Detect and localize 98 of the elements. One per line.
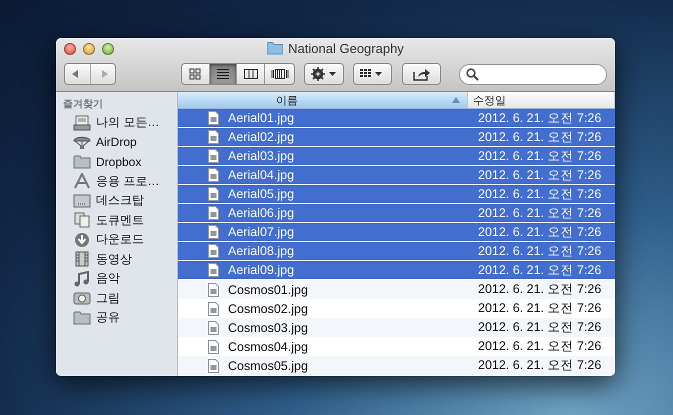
cover-flow-icon (270, 68, 289, 80)
sidebar-item[interactable]: 다운로드 (56, 230, 177, 250)
sidebar-item[interactable]: 데스크탑 (56, 191, 177, 210)
image-file-icon (208, 111, 219, 125)
modified-date: 2012. 6. 21. 오전 7:26 (477, 110, 602, 126)
sidebar-item[interactable]: 공유 (56, 308, 177, 328)
image-file-icon (208, 206, 219, 220)
file-row[interactable]: Cosmos03.jpg 2012. 6. 21. 오전 7:26 (178, 318, 615, 337)
image-file-icon (208, 320, 219, 334)
image-file-icon (208, 340, 219, 354)
image-file-icon (208, 187, 219, 201)
music-note-icon (73, 270, 91, 287)
modified-date: 2012. 6. 21. 오전 7:26 (477, 281, 602, 298)
close-button[interactable] (64, 43, 76, 55)
file-row[interactable]: Cosmos05.jpg 2012. 6. 21. 오전 7:26 (178, 356, 615, 375)
download-icon (73, 232, 91, 248)
documents-icon (73, 212, 91, 228)
sidebar-item[interactable]: 도큐멘트 (56, 210, 177, 230)
sidebar-item[interactable]: 응용 프로… (56, 172, 177, 191)
view-mode-button[interactable] (210, 64, 238, 84)
sidebar-item[interactable]: 동영상 (56, 250, 177, 269)
file-row[interactable]: Aerial01.jpg 2012. 6. 21. 오전 7:26 (178, 109, 615, 128)
file-row[interactable]: Aerial07.jpg 2012. 6. 21. 오전 7:26 (178, 223, 615, 242)
columns-icon (244, 68, 258, 80)
file-name: Aerial06.jpg (228, 206, 294, 220)
app-store-icon (73, 173, 91, 190)
file-row[interactable]: Aerial03.jpg 2012. 6. 21. 오전 7:26 (178, 147, 615, 166)
list-icon (216, 68, 230, 80)
modified-date: 2012. 6. 21. 오전 7:26 (477, 224, 602, 240)
image-file-icon (208, 263, 219, 277)
file-name: Aerial01.jpg (228, 111, 294, 125)
modified-date: 2012. 6. 21. 오전 7:26 (477, 319, 602, 336)
desktop-icon (73, 192, 91, 209)
gear-icon (310, 67, 337, 81)
zoom-button[interactable] (102, 43, 114, 55)
modified-date: 2012. 6. 21. 오전 7:26 (477, 186, 602, 202)
parachute-icon (73, 134, 91, 150)
file-row[interactable]: Aerial04.jpg 2012. 6. 21. 오전 7:26 (178, 166, 615, 185)
minimize-button[interactable] (83, 43, 95, 55)
column-header[interactable]: 이름 (178, 92, 468, 108)
file-name: Aerial04.jpg (228, 168, 294, 182)
column-header[interactable]: 수정일 (468, 92, 615, 108)
modified-date: 2012. 6. 21. 오전 7:26 (477, 148, 602, 164)
file-row[interactable]: Cosmos01.jpg 2012. 6. 21. 오전 7:26 (178, 280, 615, 299)
modified-date: 2012. 6. 21. 오전 7:26 (477, 262, 602, 278)
back-forward-buttons[interactable] (64, 63, 116, 85)
sidebar-item[interactable]: 나의 모든… (56, 113, 177, 132)
window-title: National Geography (288, 41, 404, 56)
file-row[interactable]: Aerial08.jpg 2012. 6. 21. 오전 7:26 (178, 242, 615, 261)
file-name: Aerial07.jpg (228, 225, 294, 239)
search-field[interactable] (459, 64, 608, 84)
image-file-icon (208, 358, 219, 372)
drawer-icon (73, 114, 91, 131)
folder-icon (73, 310, 91, 326)
file-name: Aerial08.jpg (228, 244, 294, 258)
file-name: Cosmos03.jpg (228, 320, 308, 334)
image-file-icon (208, 302, 219, 316)
action-menu-button[interactable] (304, 63, 344, 85)
image-file-icon (208, 244, 219, 258)
file-name: Aerial05.jpg (228, 187, 294, 201)
file-name: Cosmos04.jpg (228, 340, 308, 354)
modified-date: 2012. 6. 21. 오전 7:26 (477, 204, 602, 222)
sidebar-heading: 즐겨찾기 (62, 98, 104, 112)
camera-icon (73, 290, 91, 306)
image-file-icon (208, 130, 219, 144)
modified-date: 2012. 6. 21. 오전 7:26 (477, 242, 602, 260)
sidebar-item[interactable]: 그림 (56, 288, 177, 308)
file-row[interactable]: Aerial05.jpg 2012. 6. 21. 오전 7:26 (178, 185, 615, 204)
image-file-icon (208, 149, 219, 163)
modified-date: 2012. 6. 21. 오전 7:26 (477, 357, 602, 374)
grid-icon (189, 68, 202, 80)
sidebar-item[interactable]: 음악 (56, 269, 177, 288)
modified-date: 2012. 6. 21. 오전 7:26 (477, 166, 602, 184)
film-icon (73, 251, 91, 268)
file-name: Aerial02.jpg (228, 130, 294, 144)
sidebar-item[interactable]: AirDrop (56, 132, 177, 152)
file-name: Cosmos01.jpg (228, 282, 308, 296)
file-name: Cosmos02.jpg (228, 302, 308, 316)
folder-icon (267, 42, 284, 55)
modified-date: 2012. 6. 21. 오전 7:26 (477, 338, 602, 355)
modified-date: 2012. 6. 21. 오전 7:26 (477, 128, 602, 146)
file-row[interactable]: Aerial09.jpg 2012. 6. 21. 오전 7:26 (178, 261, 615, 280)
sort-arrow-icon (452, 97, 460, 103)
image-file-icon (208, 168, 219, 182)
file-name: Aerial03.jpg (228, 149, 294, 163)
modified-date: 2012. 6. 21. 오전 7:26 (477, 300, 602, 317)
file-row[interactable]: Aerial02.jpg 2012. 6. 21. 오전 7:26 (178, 128, 615, 147)
image-file-icon (208, 225, 219, 239)
share-icon (412, 67, 431, 81)
image-file-icon (208, 282, 219, 296)
file-name: Cosmos05.jpg (228, 358, 308, 372)
search-icon (466, 68, 480, 80)
file-name: Aerial09.jpg (228, 263, 294, 277)
file-row[interactable]: Aerial06.jpg 2012. 6. 21. 오전 7:26 (178, 204, 615, 223)
sidebar-item[interactable]: Dropbox (56, 152, 177, 172)
arrange-menu-button[interactable] (352, 63, 392, 85)
share-button[interactable] (402, 63, 442, 85)
folder-icon (73, 154, 91, 170)
